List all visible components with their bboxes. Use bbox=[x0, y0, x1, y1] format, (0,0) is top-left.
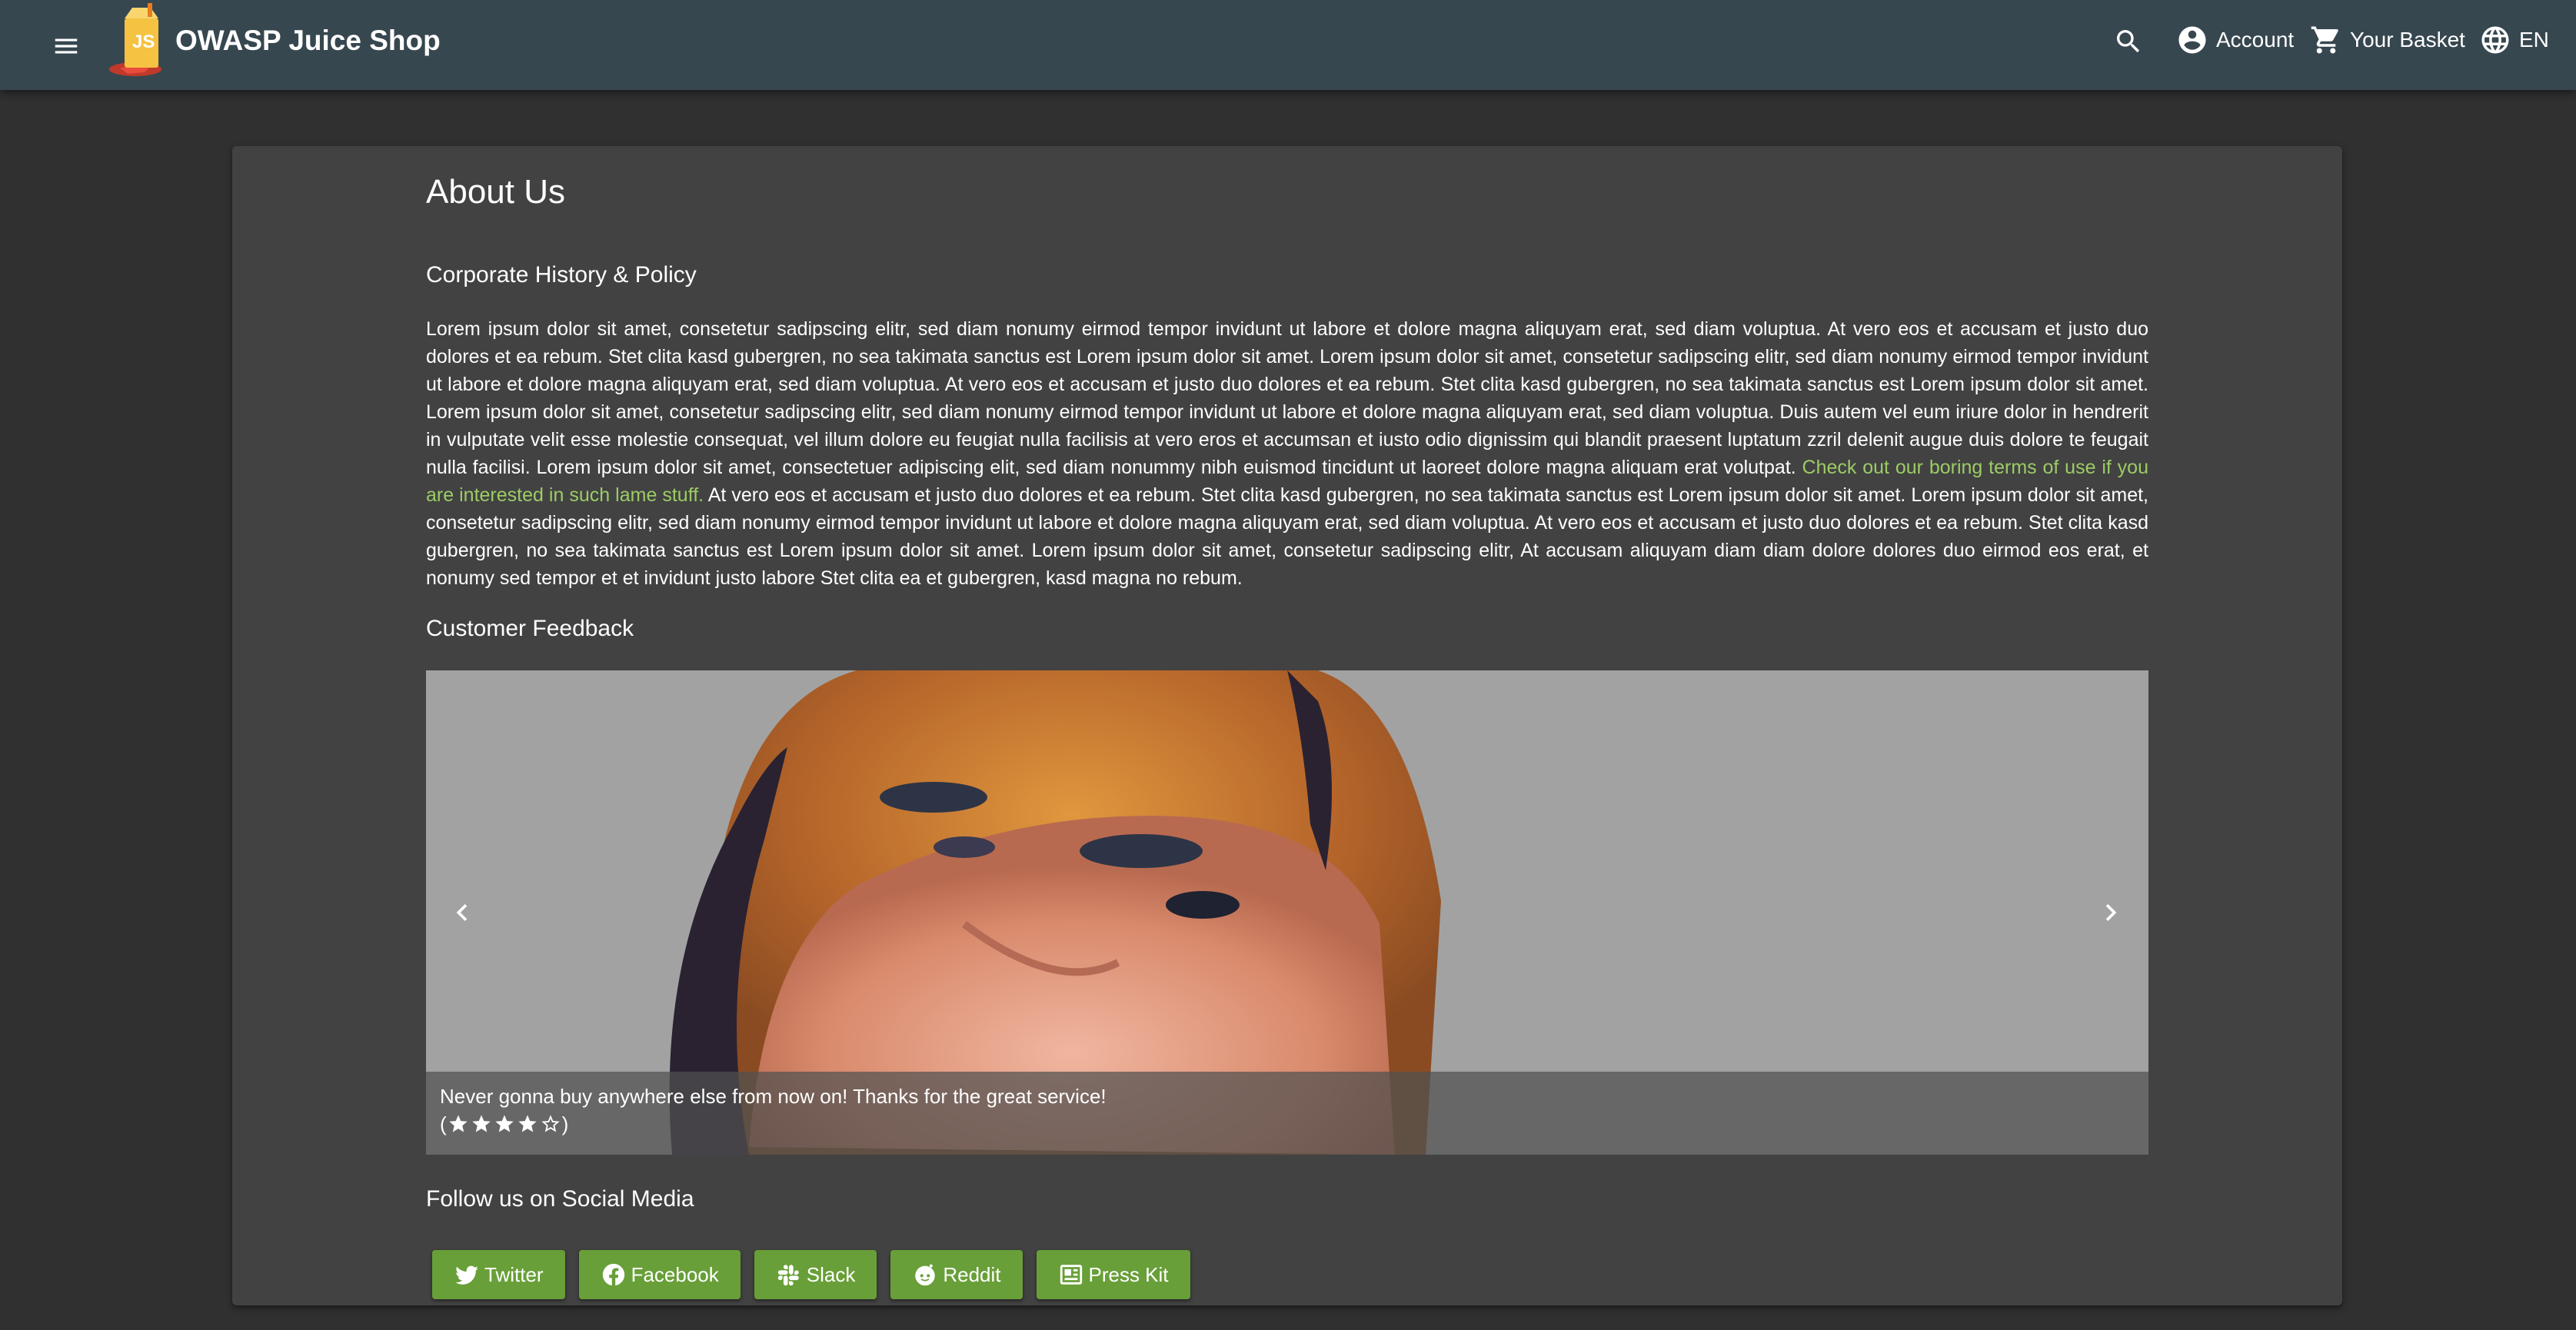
reddit-icon bbox=[915, 1264, 936, 1286]
corporate-history-heading: Corporate History & Policy bbox=[426, 262, 697, 288]
carousel-prev-button[interactable] bbox=[435, 886, 489, 939]
page-title: About Us bbox=[426, 173, 565, 211]
facebook-button[interactable]: Facebook bbox=[578, 1250, 741, 1299]
account-button[interactable]: Account bbox=[2176, 20, 2294, 60]
social-media-heading: Follow us on Social Media bbox=[426, 1186, 694, 1212]
chevron-right-icon bbox=[2105, 904, 2117, 921]
language-button[interactable]: EN bbox=[2479, 20, 2549, 60]
language-label: EN bbox=[2519, 28, 2549, 52]
newspaper-icon bbox=[1060, 1265, 1082, 1285]
chevron-left-icon bbox=[456, 904, 468, 921]
feedback-rating: ( ) bbox=[440, 1110, 2135, 1138]
customer-feedback-heading: Customer Feedback bbox=[426, 616, 634, 641]
facebook-label: Facebook bbox=[631, 1262, 719, 1286]
feedback-caption: Never gonna buy anywhere else from now o… bbox=[426, 1072, 2148, 1155]
rating-open-paren: ( bbox=[440, 1112, 447, 1135]
juice-shop-logo[interactable]: JS bbox=[105, 3, 175, 78]
twitter-label: Twitter bbox=[484, 1262, 544, 1286]
star-filled-icon bbox=[495, 1115, 514, 1132]
facebook-icon bbox=[602, 1263, 624, 1286]
carousel-next-button[interactable] bbox=[2084, 886, 2138, 939]
sidenav-menu-button[interactable] bbox=[43, 23, 89, 69]
menu-icon bbox=[55, 38, 78, 54]
press-kit-label: Press Kit bbox=[1088, 1262, 1169, 1286]
reddit-button[interactable]: Reddit bbox=[890, 1250, 1023, 1299]
account-label: Account bbox=[2216, 28, 2295, 52]
star-outline-icon bbox=[541, 1115, 560, 1132]
star-filled-icon bbox=[518, 1115, 537, 1132]
star-filled-icon bbox=[449, 1115, 468, 1132]
about-us-card: About Us Corporate History & Policy Lore… bbox=[232, 146, 2342, 1305]
slack-button[interactable]: Slack bbox=[754, 1250, 877, 1299]
account-circle-icon bbox=[2178, 26, 2206, 54]
svg-text:JS: JS bbox=[132, 32, 155, 52]
twitter-icon bbox=[455, 1265, 478, 1285]
app-title[interactable]: OWASP Juice Shop bbox=[175, 23, 441, 58]
rating-close-paren: ) bbox=[561, 1112, 569, 1135]
reddit-label: Reddit bbox=[943, 1262, 1001, 1286]
star-filled-icon bbox=[472, 1115, 491, 1132]
search-icon bbox=[2117, 30, 2140, 53]
search-button[interactable] bbox=[2107, 20, 2150, 63]
slack-label: Slack bbox=[806, 1262, 856, 1286]
top-toolbar: JS OWASP Juice Shop Account Your Basket … bbox=[0, 0, 2576, 90]
basket-button[interactable]: Your Basket bbox=[2310, 20, 2465, 60]
history-text-part-1: Lorem ipsum dolor sit amet, consetetur s… bbox=[426, 318, 2148, 478]
social-buttons: Twitter Facebook Slack Reddit Press Kit bbox=[432, 1250, 1190, 1299]
shopping-cart-icon bbox=[2311, 26, 2338, 54]
slack-icon bbox=[777, 1265, 799, 1286]
press-kit-button[interactable]: Press Kit bbox=[1036, 1250, 1190, 1299]
about-content: About Us Corporate History & Policy Lore… bbox=[426, 169, 2148, 1299]
globe-icon bbox=[2481, 26, 2509, 54]
basket-label: Your Basket bbox=[2350, 28, 2465, 52]
corporate-history-text: Lorem ipsum dolor sit amet, consetetur s… bbox=[426, 315, 2148, 592]
feedback-carousel[interactable]: Never gonna buy anywhere else from now o… bbox=[426, 670, 2148, 1155]
feedback-comment: Never gonna buy anywhere else from now o… bbox=[440, 1085, 1107, 1108]
twitter-button[interactable]: Twitter bbox=[432, 1250, 565, 1299]
